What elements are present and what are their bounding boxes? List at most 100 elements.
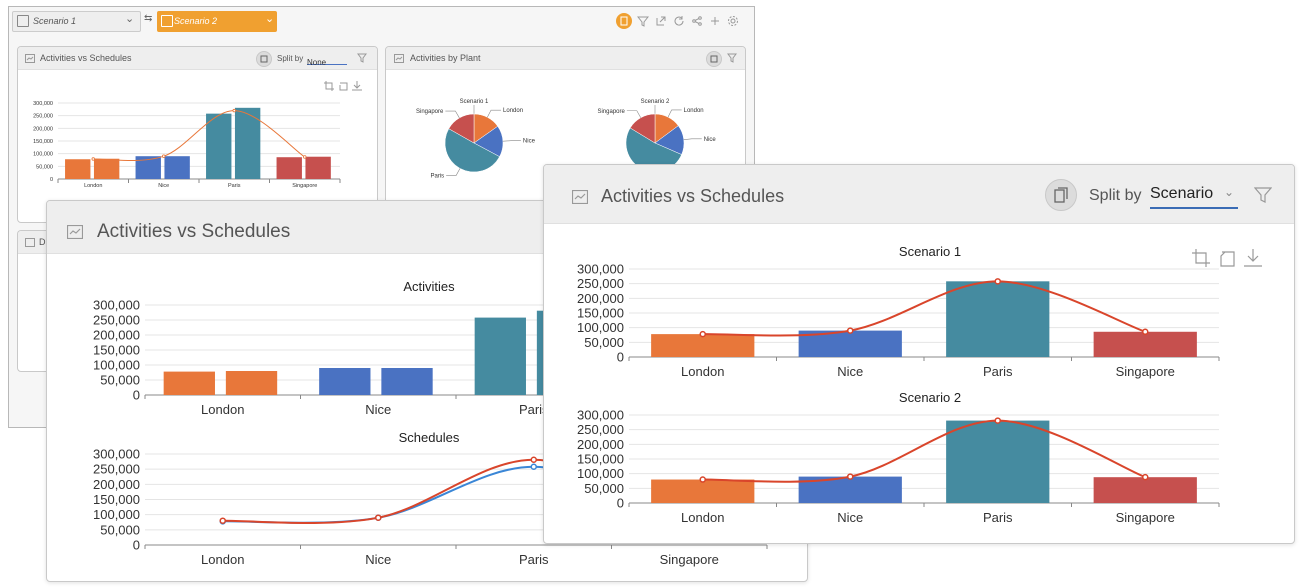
scenario-split-panel: Activities vs Schedules Split by Scenari… bbox=[543, 164, 1295, 544]
scenario1-chart: Scenario 1 300,000250,000200,000150,00010… bbox=[577, 244, 1220, 379]
y-tick-label: 100,000 bbox=[93, 507, 140, 522]
x-tick-label: Nice bbox=[837, 510, 863, 525]
bar bbox=[651, 334, 755, 357]
y-tick-label: 50,000 bbox=[100, 522, 140, 537]
bar bbox=[474, 317, 526, 395]
line-point bbox=[219, 517, 226, 524]
y-tick-label: 250,000 bbox=[577, 422, 624, 437]
download-icon[interactable] bbox=[352, 81, 362, 91]
y-tick-label: 50,000 bbox=[100, 373, 140, 388]
filter-icon[interactable] bbox=[637, 15, 649, 27]
chart-icon bbox=[67, 225, 83, 239]
chevron-down-icon: ⌄ bbox=[1224, 185, 1235, 199]
scenario1-label: Scenario 1 bbox=[33, 16, 77, 26]
line-point bbox=[1142, 473, 1149, 481]
y-tick-label: 100,000 bbox=[93, 358, 140, 373]
line-point bbox=[162, 154, 166, 158]
panel-title: Activities vs Schedules bbox=[40, 53, 132, 63]
x-tick-label: Paris bbox=[983, 510, 1013, 525]
line-point bbox=[375, 514, 382, 521]
small-activities-panel: Activities vs Schedules Split by None 30… bbox=[17, 46, 378, 223]
settings-icon[interactable] bbox=[727, 15, 739, 27]
chart-icon bbox=[394, 54, 404, 63]
bar bbox=[946, 420, 1050, 503]
share-icon[interactable] bbox=[691, 15, 703, 27]
y-tick-label: 50,000 bbox=[584, 335, 624, 350]
y-tick-label: 200,000 bbox=[33, 126, 53, 132]
bar bbox=[206, 113, 232, 179]
refresh-icon[interactable] bbox=[673, 15, 685, 27]
pie-leader bbox=[667, 109, 682, 118]
plus-icon[interactable] bbox=[709, 15, 721, 27]
y-tick-label: 250,000 bbox=[93, 462, 140, 477]
y-tick-label: 300,000 bbox=[577, 408, 624, 423]
split-by-select[interactable]: Scenario ⌄ bbox=[1150, 185, 1238, 209]
copy-icon[interactable] bbox=[1045, 179, 1077, 211]
x-tick-label: Paris bbox=[228, 183, 241, 189]
y-tick-label: 0 bbox=[133, 388, 140, 403]
split-by-select[interactable]: None bbox=[307, 52, 347, 67]
crop-icon[interactable] bbox=[324, 81, 334, 91]
x-tick-label: Nice bbox=[837, 364, 863, 379]
y-tick-label: 0 bbox=[50, 177, 53, 183]
split-by-label: Split by bbox=[277, 54, 304, 63]
x-tick-label: London bbox=[84, 183, 102, 189]
copy-icon[interactable] bbox=[256, 51, 272, 67]
filter-icon[interactable] bbox=[1254, 187, 1272, 203]
y-tick-label: 0 bbox=[133, 538, 140, 553]
y-tick-label: 50,000 bbox=[36, 164, 53, 170]
line-point bbox=[994, 278, 1001, 285]
split-by-label: Split by bbox=[1089, 187, 1142, 204]
reset-zoom-icon[interactable] bbox=[338, 81, 348, 91]
y-tick-label: 200,000 bbox=[577, 437, 624, 452]
bar bbox=[946, 281, 1050, 357]
line-point bbox=[232, 108, 236, 113]
scenario1-select[interactable]: Scenario 1 ⌄ bbox=[12, 11, 141, 32]
copy-icon[interactable] bbox=[706, 51, 722, 67]
pie-label: London bbox=[503, 108, 523, 114]
x-tick-label: Nice bbox=[158, 183, 169, 189]
y-tick-label: 200,000 bbox=[93, 477, 140, 492]
external-link-icon[interactable] bbox=[655, 15, 667, 27]
x-tick-label: London bbox=[681, 364, 724, 379]
filter-icon[interactable] bbox=[357, 53, 367, 63]
swap-icon[interactable]: ⇆ bbox=[144, 13, 152, 24]
y-tick-label: 50,000 bbox=[584, 481, 624, 496]
x-tick-label: London bbox=[681, 510, 724, 525]
x-tick-label: Nice bbox=[365, 402, 391, 417]
chevron-down-icon: ⌄ bbox=[265, 13, 275, 25]
scenario2-select[interactable]: Scenario 2 ⌄ bbox=[157, 11, 277, 32]
x-tick-label: Singapore bbox=[1116, 364, 1175, 379]
x-tick-label: Singapore bbox=[292, 183, 317, 189]
pie-label: London bbox=[684, 108, 704, 114]
line-point bbox=[91, 157, 95, 161]
pie-chart-scenario1: Scenario 1 London Nice Paris Singapore bbox=[416, 99, 536, 179]
bar bbox=[163, 371, 215, 395]
y-tick-label: 150,000 bbox=[577, 452, 624, 467]
x-tick-label: London bbox=[201, 552, 244, 567]
y-tick-label: 200,000 bbox=[93, 328, 140, 343]
bar bbox=[164, 156, 190, 179]
chart-icon bbox=[25, 54, 35, 63]
scenario-icon bbox=[17, 15, 29, 27]
copy-icon[interactable] bbox=[616, 13, 632, 29]
panel-header: Activities by Plant bbox=[386, 47, 745, 70]
pie-title: Scenario 2 bbox=[641, 99, 670, 105]
pie-leader bbox=[445, 110, 460, 119]
y-tick-label: 300,000 bbox=[93, 298, 140, 313]
filter-icon[interactable] bbox=[727, 53, 737, 63]
chart-title: Schedules bbox=[399, 430, 460, 445]
line-point bbox=[847, 327, 854, 334]
y-tick-label: 300,000 bbox=[33, 101, 53, 107]
x-tick-label: Paris bbox=[983, 364, 1013, 379]
y-tick-label: 300,000 bbox=[577, 262, 624, 277]
chart-icon bbox=[25, 238, 35, 247]
panel-title: Activities vs Schedules bbox=[97, 221, 291, 242]
y-tick-label: 150,000 bbox=[93, 492, 140, 507]
y-tick-label: 250,000 bbox=[33, 114, 53, 120]
pie-title: Scenario 1 bbox=[460, 99, 489, 105]
pie-leader bbox=[626, 110, 642, 118]
y-tick-label: 100,000 bbox=[577, 320, 624, 335]
pie-label: Paris bbox=[430, 173, 444, 179]
line-point bbox=[530, 463, 537, 470]
